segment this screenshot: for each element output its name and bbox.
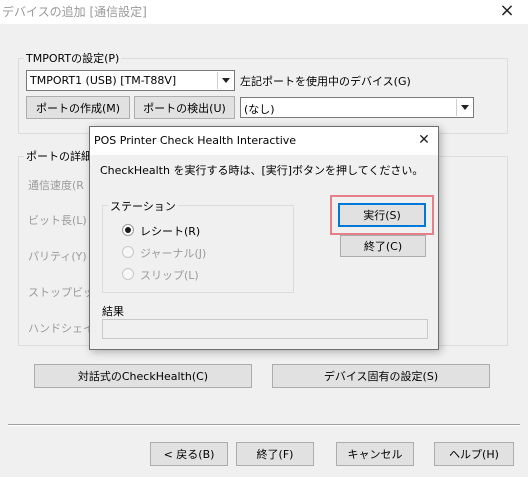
window-title: デバイスの追加 [通信設定] <box>2 5 147 19</box>
dialog-close-icon[interactable]: ✕ <box>414 131 434 151</box>
radio-selected-dot <box>125 227 131 233</box>
chevron-down-icon <box>461 105 469 110</box>
port-select-dropdown-button[interactable] <box>217 72 233 89</box>
receipt-radio-label: レシート(R) <box>140 225 201 238</box>
station-legend: ステーション <box>108 198 178 214</box>
slip-radio <box>122 268 134 280</box>
finish-button[interactable]: 終了(F) <box>236 442 314 466</box>
dialog-body: CheckHealth を実行する時は、[実行]ボタンを押してください。 ステー… <box>90 155 438 349</box>
result-field <box>102 319 428 339</box>
help-button[interactable]: ヘルプ(H) <box>434 442 514 466</box>
journal-radio <box>122 246 134 258</box>
baud-rate-label: 通信速度(R <box>28 179 84 192</box>
tmport-settings-legend: TMPORTの設定(P) <box>24 50 122 66</box>
create-port-button[interactable]: ポートの作成(M) <box>26 96 130 119</box>
device-select-value: (なし) <box>244 103 275 116</box>
dialog-title: POS Printer Check Health Interactive <box>94 134 297 147</box>
parity-label: パリティ(Y) <box>28 250 87 263</box>
slip-radio-label: スリップ(L) <box>140 269 199 282</box>
port-details-legend: ポートの詳細 <box>24 148 94 164</box>
port-device-label: 左記ポートを使用中のデバイス(G) <box>240 75 411 88</box>
footer-divider <box>8 424 520 426</box>
port-select[interactable]: TMPORT1 (USB) [TM-T88V] <box>26 70 235 91</box>
device-select-dropdown-button[interactable] <box>456 99 472 116</box>
journal-radio-label: ジャーナル(J) <box>140 247 207 260</box>
close-dialog-button[interactable]: 終了(C) <box>340 235 426 257</box>
device-settings-button[interactable]: デバイス固有の設定(S) <box>272 364 490 388</box>
cancel-button[interactable]: キャンセル <box>336 442 414 466</box>
chevron-down-icon <box>222 78 230 83</box>
window-close-icon[interactable]: × <box>497 2 517 22</box>
receipt-radio-option[interactable]: レシート(R) <box>122 222 282 238</box>
data-bits-label: ビット長(L) <box>28 214 87 227</box>
slip-radio-option: スリップ(L) <box>122 266 282 282</box>
dialog-instruction: CheckHealth を実行する時は、[実行]ボタンを押してください。 <box>100 164 424 177</box>
result-label: 結果 <box>102 305 124 318</box>
execute-button[interactable]: 実行(S) <box>338 203 426 227</box>
journal-radio-option: ジャーナル(J) <box>122 244 282 260</box>
receipt-radio[interactable] <box>122 224 134 236</box>
checkhealth-dialog: POS Printer Check Health Interactive ✕ C… <box>89 126 439 350</box>
back-button[interactable]: < 戻る(B) <box>150 442 228 466</box>
detect-port-button[interactable]: ポートの検出(U) <box>134 96 235 119</box>
device-select[interactable]: (なし) <box>240 97 474 118</box>
port-select-value: TMPORT1 (USB) [TM-T88V] <box>30 74 177 87</box>
interactive-checkhealth-button[interactable]: 対話式のCheckHealth(C) <box>34 364 252 388</box>
